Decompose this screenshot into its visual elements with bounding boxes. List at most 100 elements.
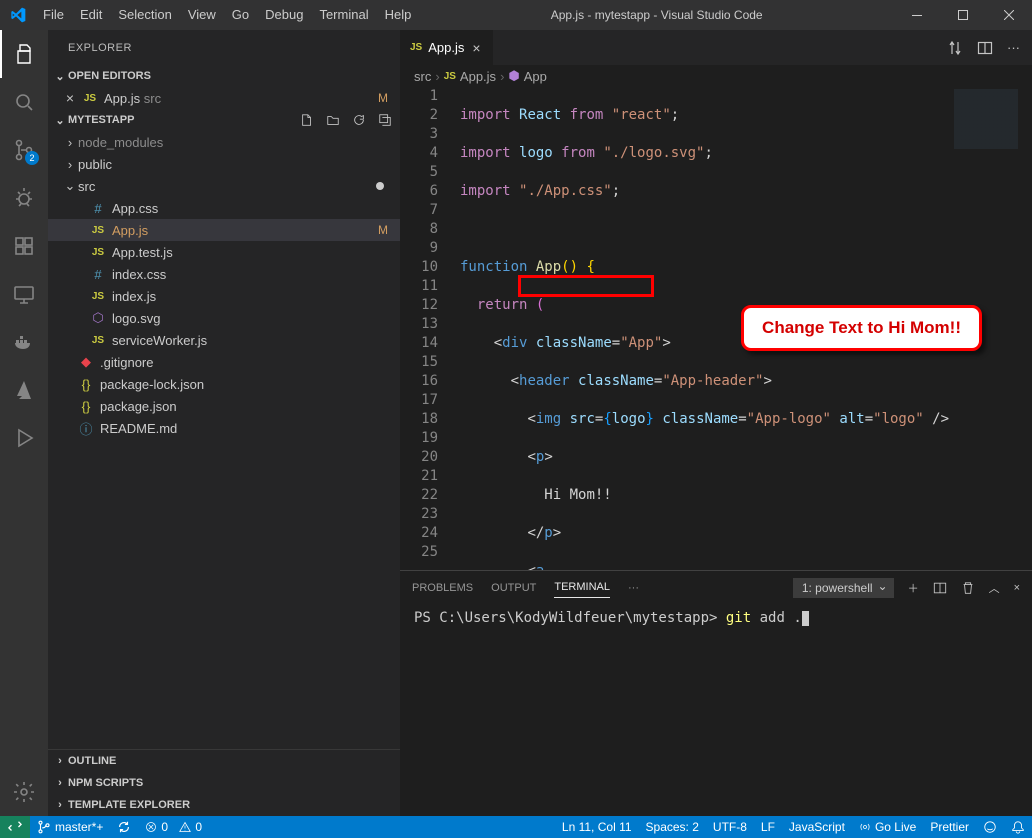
status-feedback[interactable] — [976, 816, 1004, 838]
js-file-icon: JS — [90, 288, 106, 304]
terminal[interactable]: PS C:\Users\KodyWildfeuer\mytestapp> git… — [400, 604, 1032, 816]
breadcrumb-item[interactable]: src — [414, 69, 431, 84]
js-file-icon: JS — [90, 222, 106, 238]
code-editor[interactable]: 1234567891011121314151617181920212223242… — [400, 87, 1032, 570]
status-encoding[interactable]: UTF-8 — [706, 816, 754, 838]
scm-badge: 2 — [25, 151, 39, 165]
window-title: App.js - mytestapp - Visual Studio Code — [419, 8, 894, 22]
panel-tab-more[interactable]: ··· — [628, 578, 639, 598]
chevron-right-icon: › — [52, 777, 68, 789]
chevron-down-icon: ⌄ — [52, 70, 68, 83]
activity-explorer[interactable] — [0, 30, 48, 78]
activity-extensions[interactable] — [0, 222, 48, 270]
new-folder-icon[interactable] — [326, 113, 340, 127]
file-app-test-js[interactable]: JSApp.test.js — [48, 241, 400, 263]
activity-search[interactable] — [0, 78, 48, 126]
file-logo-svg[interactable]: ⬡logo.svg — [48, 307, 400, 329]
section-npm-scripts[interactable]: ›NPM SCRIPTS — [48, 772, 400, 794]
file-app-css[interactable]: #App.css — [48, 197, 400, 219]
folder-public[interactable]: ›public — [48, 153, 400, 175]
status-prettier[interactable]: Prettier — [923, 816, 976, 838]
activity-settings[interactable] — [0, 768, 48, 816]
close-panel-icon[interactable]: × — [1014, 582, 1020, 594]
file-package-lock[interactable]: {}package-lock.json — [48, 373, 400, 395]
close-icon[interactable]: × — [62, 90, 78, 106]
minimap[interactable] — [954, 89, 1018, 209]
refresh-icon[interactable] — [352, 113, 366, 127]
section-template-explorer[interactable]: ›TEMPLATE EXPLORER — [48, 794, 400, 816]
activity-azure[interactable] — [0, 366, 48, 414]
close-tab-icon[interactable]: × — [470, 40, 482, 56]
folder-node-modules[interactable]: ›node_modules — [48, 131, 400, 153]
close-window-button[interactable] — [986, 0, 1032, 30]
status-branch[interactable]: master*+ — [30, 816, 110, 838]
more-actions-icon[interactable]: ··· — [1007, 40, 1020, 55]
file-index-css[interactable]: #index.css — [48, 263, 400, 285]
new-terminal-icon[interactable]: ＋ — [908, 580, 919, 596]
section-outline[interactable]: ›OUTLINE — [48, 750, 400, 772]
file-serviceworker-js[interactable]: JSserviceWorker.js — [48, 329, 400, 351]
window-controls — [894, 0, 1032, 30]
titlebar: File Edit Selection View Go Debug Termin… — [0, 0, 1032, 30]
activity-bar: 2 — [0, 30, 48, 816]
file-package-json[interactable]: {}package.json — [48, 395, 400, 417]
chevron-right-icon: › — [52, 755, 68, 767]
status-sync[interactable] — [110, 816, 138, 838]
line-numbers: 1234567891011121314151617181920212223242… — [400, 87, 450, 562]
json-file-icon: {} — [78, 398, 94, 414]
section-open-editors[interactable]: ⌄OPEN EDITORS — [48, 65, 400, 87]
maximize-button[interactable] — [940, 0, 986, 30]
new-file-icon[interactable] — [300, 113, 314, 127]
activity-scm[interactable]: 2 — [0, 126, 48, 174]
panel-tab-output[interactable]: OUTPUT — [491, 578, 536, 598]
section-project[interactable]: ⌄MYTESTAPP — [48, 109, 400, 131]
breadcrumbs[interactable]: src› JS App.js› ⬢ App — [400, 65, 1032, 87]
js-file-icon: JS — [410, 42, 422, 53]
remote-indicator[interactable] — [0, 816, 30, 838]
collapse-all-icon[interactable] — [378, 113, 392, 127]
file-index-js[interactable]: JSindex.js — [48, 285, 400, 307]
json-file-icon: {} — [78, 376, 94, 392]
chevron-right-icon: › — [52, 799, 68, 811]
file-readme[interactable]: ⓘREADME.md — [48, 417, 400, 439]
chevron-down-icon: ⌄ — [52, 114, 68, 127]
maximize-panel-icon[interactable]: ︿ — [989, 580, 1000, 596]
status-bar: master*+ 0 0 Ln 11, Col 11 Spaces: 2 UTF… — [0, 816, 1032, 838]
editor-tabs: JS App.js × ··· — [400, 30, 1032, 65]
panel-tab-terminal[interactable]: TERMINAL — [554, 577, 610, 598]
status-eol[interactable]: LF — [754, 816, 782, 838]
menu-selection[interactable]: Selection — [110, 0, 179, 30]
activity-debug[interactable] — [0, 174, 48, 222]
css-file-icon: # — [90, 200, 106, 216]
file-gitignore[interactable]: ◆.gitignore — [48, 351, 400, 373]
status-notifications[interactable] — [1004, 816, 1032, 838]
status-spaces[interactable]: Spaces: 2 — [639, 816, 706, 838]
activity-play[interactable] — [0, 414, 48, 462]
menu-help[interactable]: Help — [377, 0, 420, 30]
menu-terminal[interactable]: Terminal — [311, 0, 376, 30]
split-terminal-icon[interactable] — [933, 581, 947, 595]
folder-src[interactable]: ⌄src — [48, 175, 400, 197]
activity-remote[interactable] — [0, 270, 48, 318]
file-app-js[interactable]: JSApp.jsM — [48, 219, 400, 241]
status-language[interactable]: JavaScript — [782, 816, 852, 838]
open-editor-item[interactable]: × JS App.js src M — [48, 87, 400, 109]
minimize-button[interactable] — [894, 0, 940, 30]
status-lncol[interactable]: Ln 11, Col 11 — [555, 816, 639, 838]
terminal-selector[interactable]: 1: powershell — [793, 578, 894, 598]
compare-changes-icon[interactable] — [947, 40, 963, 56]
menu-view[interactable]: View — [180, 0, 224, 30]
status-golive[interactable]: Go Live — [852, 816, 923, 838]
breadcrumb-item[interactable]: App — [524, 69, 547, 84]
menu-go[interactable]: Go — [224, 0, 257, 30]
status-problems[interactable]: 0 0 — [138, 816, 209, 838]
menu-debug[interactable]: Debug — [257, 0, 311, 30]
kill-terminal-icon[interactable] — [961, 581, 975, 595]
menu-file[interactable]: File — [35, 0, 72, 30]
activity-docker[interactable] — [0, 318, 48, 366]
tab-app-js[interactable]: JS App.js × — [400, 30, 494, 65]
menu-edit[interactable]: Edit — [72, 0, 110, 30]
split-editor-icon[interactable] — [977, 40, 993, 56]
panel-tab-problems[interactable]: PROBLEMS — [412, 578, 473, 598]
breadcrumb-item[interactable]: App.js — [460, 69, 496, 84]
